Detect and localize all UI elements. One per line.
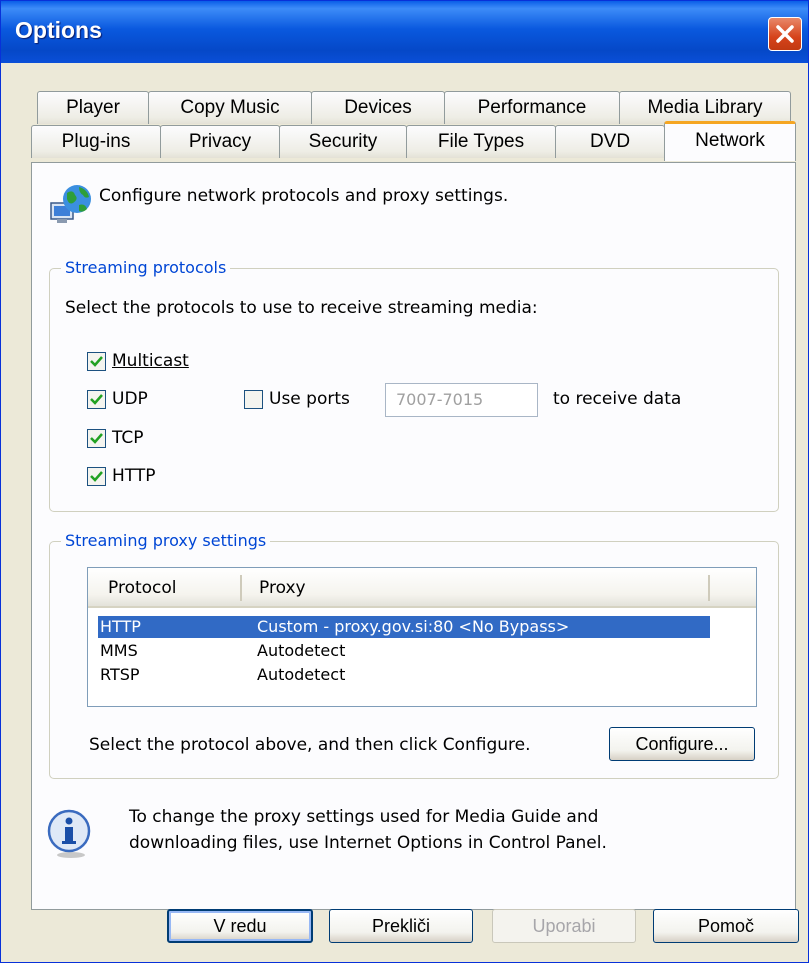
- udp-label[interactable]: UDP: [112, 389, 148, 409]
- column-divider[interactable]: [240, 575, 242, 601]
- ok-button[interactable]: V redu: [167, 909, 313, 943]
- checkmark-icon: [90, 394, 103, 405]
- help-button[interactable]: Pomoč: [653, 909, 799, 943]
- list-item[interactable]: HTTP Custom - proxy.gov.si:80 <No Bypass…: [98, 616, 710, 638]
- tcp-label[interactable]: TCP: [112, 428, 144, 448]
- info-icon: [47, 809, 91, 858]
- checkmark-icon: [90, 356, 103, 367]
- protocol-cell: MMS: [100, 641, 138, 660]
- tab-privacy[interactable]: Privacy: [160, 125, 280, 158]
- tab-player[interactable]: Player: [37, 91, 149, 124]
- column-header-proxy[interactable]: Proxy: [259, 578, 306, 598]
- tcp-checkbox[interactable]: [87, 429, 106, 448]
- apply-button[interactable]: Uporabi: [492, 909, 636, 943]
- tab-plug-ins[interactable]: Plug-ins: [31, 125, 161, 158]
- window-title: Options: [15, 17, 102, 43]
- multicast-label[interactable]: Multicast: [112, 351, 189, 371]
- tab-devices[interactable]: Devices: [311, 91, 445, 124]
- protocol-cell: RTSP: [100, 665, 140, 684]
- udp-checkbox[interactable]: [87, 390, 106, 409]
- page-heading: Configure network protocols and proxy se…: [99, 186, 509, 206]
- proxy-list[interactable]: Protocol Proxy HTTP Custom - proxy.gov.s…: [87, 567, 757, 707]
- use-ports-label[interactable]: Use ports: [269, 389, 350, 409]
- tab-dvd[interactable]: DVD: [555, 125, 665, 158]
- tab-file-types[interactable]: File Types: [406, 125, 556, 158]
- streaming-proxy-legend: Streaming proxy settings: [61, 531, 271, 550]
- proxy-list-header: Protocol Proxy: [88, 568, 756, 608]
- list-item[interactable]: MMS Autodetect: [98, 640, 710, 662]
- http-label[interactable]: HTTP: [112, 466, 156, 486]
- http-checkbox[interactable]: [87, 467, 106, 486]
- cancel-button[interactable]: Prekliči: [329, 909, 473, 943]
- tab-copy-music[interactable]: Copy Music: [148, 91, 312, 124]
- multicast-checkbox[interactable]: [87, 352, 106, 371]
- info-line-2: downloading files, use Internet Options …: [129, 833, 607, 853]
- tab-media-library[interactable]: Media Library: [619, 91, 791, 124]
- close-button[interactable]: [768, 17, 802, 51]
- configure-hint: Select the protocol above, and then clic…: [89, 735, 531, 755]
- network-globe-icon: [50, 185, 91, 223]
- proxy-cell: Custom - proxy.gov.si:80 <No Bypass>: [257, 617, 570, 636]
- streaming-protocols-legend: Streaming protocols: [61, 258, 231, 277]
- configure-button[interactable]: Configure...: [609, 727, 755, 761]
- options-dialog: Options Player Copy Music Devices Perfor…: [0, 0, 809, 963]
- ports-input[interactable]: 7007-7015: [385, 383, 538, 417]
- proxy-cell: Autodetect: [257, 641, 346, 660]
- tab-performance[interactable]: Performance: [444, 91, 620, 124]
- ports-suffix-label: to receive data: [553, 389, 682, 409]
- protocol-cell: HTTP: [100, 617, 141, 636]
- column-divider[interactable]: [708, 575, 710, 601]
- list-item[interactable]: RTSP Autodetect: [98, 664, 710, 686]
- checkmark-icon: [90, 433, 103, 444]
- proxy-cell: Autodetect: [257, 665, 346, 684]
- use-ports-checkbox[interactable]: [244, 390, 263, 409]
- tab-security[interactable]: Security: [279, 125, 407, 158]
- info-line-1: To change the proxy settings used for Me…: [129, 807, 599, 827]
- close-icon: [776, 25, 794, 43]
- tab-network[interactable]: Network: [664, 121, 796, 161]
- checkmark-icon: [90, 471, 103, 482]
- protocols-instruction: Select the protocols to use to receive s…: [65, 298, 538, 318]
- column-header-protocol[interactable]: Protocol: [108, 578, 177, 598]
- title-bar[interactable]: Options: [1, 1, 808, 63]
